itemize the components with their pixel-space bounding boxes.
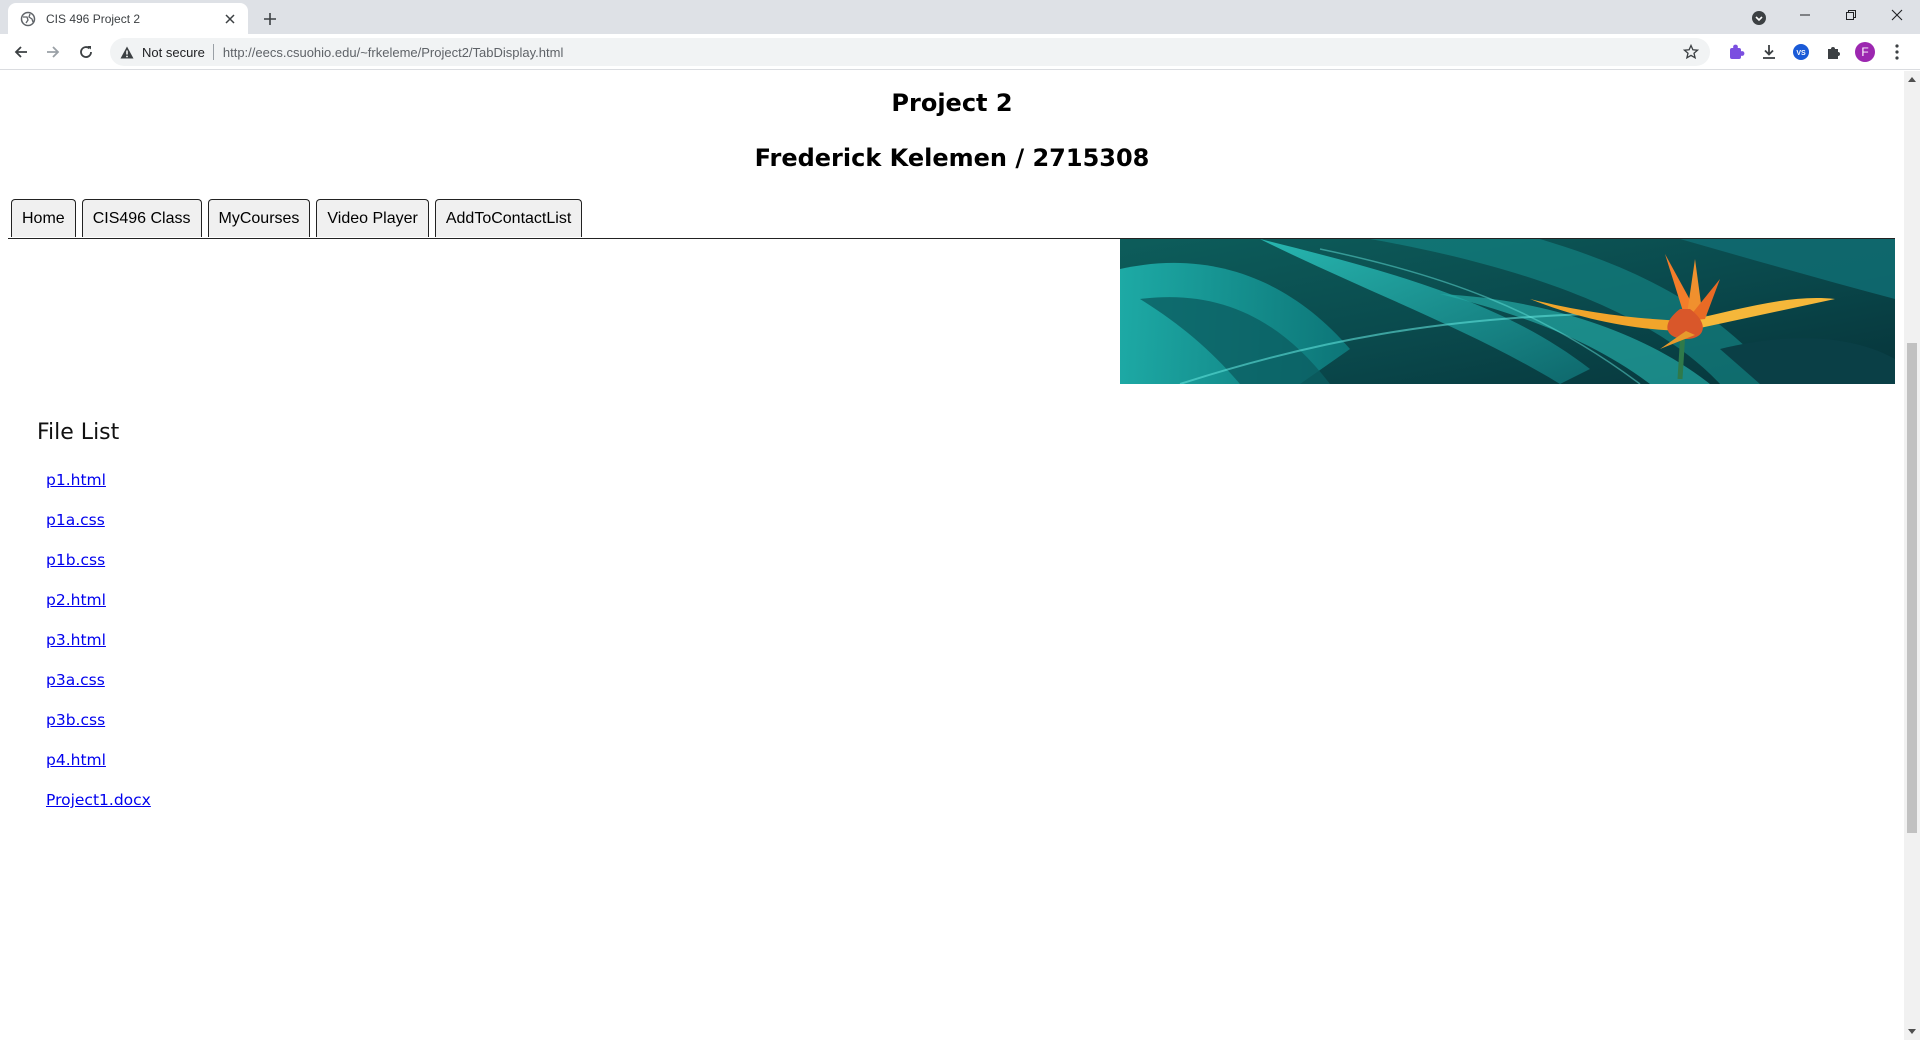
- page-title: Project 2: [891, 89, 1013, 117]
- tab-home[interactable]: Home: [11, 199, 76, 237]
- file-list: p1.html p1a.css p1b.css p2.html p3.html …: [46, 471, 151, 831]
- back-button[interactable]: [9, 40, 33, 64]
- url-text[interactable]: http://eecs.csuohio.edu/~frkeleme/Projec…: [223, 45, 1682, 60]
- svg-text:VS: VS: [1796, 50, 1806, 57]
- list-item: p1b.css: [46, 551, 151, 591]
- tab-add-to-contact-list[interactable]: AddToContactList: [434, 199, 583, 237]
- author-heading: Frederick Kelemen / 2715308: [754, 144, 1150, 172]
- tab-video-player[interactable]: Video Player: [316, 199, 429, 237]
- file-link-p3a-css[interactable]: p3a.css: [46, 671, 105, 689]
- scroll-up-arrow-icon[interactable]: [1908, 77, 1916, 82]
- vpn-extension-icon[interactable]: VS: [1791, 42, 1811, 62]
- address-bar[interactable]: Not secure http://eecs.csuohio.edu/~frke…: [110, 38, 1710, 66]
- tab-search-icon[interactable]: [1748, 7, 1770, 29]
- scrollbar-thumb[interactable]: [1907, 343, 1917, 833]
- download-icon[interactable]: [1759, 42, 1779, 62]
- omnibox-divider: [212, 44, 214, 60]
- warning-icon[interactable]: [120, 44, 136, 60]
- file-link-p3b-css[interactable]: p3b.css: [46, 711, 105, 729]
- list-item: p2.html: [46, 591, 151, 631]
- tab-cis496-class[interactable]: CIS496 Class: [81, 199, 202, 237]
- vertical-scrollbar[interactable]: [1904, 71, 1920, 1040]
- globe-icon: [20, 11, 36, 27]
- list-item: p3.html: [46, 631, 151, 671]
- file-link-p1a-css[interactable]: p1a.css: [46, 511, 105, 529]
- browser-tab-active[interactable]: CIS 496 Project 2: [8, 3, 248, 34]
- close-tab-icon[interactable]: [222, 11, 238, 27]
- list-item: Project1.docx: [46, 791, 151, 831]
- close-window-button[interactable]: [1874, 0, 1920, 30]
- browser-tabstrip: CIS 496 Project 2: [0, 0, 1920, 34]
- profile-initial: F: [1861, 45, 1869, 59]
- list-item: p4.html: [46, 751, 151, 791]
- extensions-puzzle-icon[interactable]: [1823, 42, 1843, 62]
- file-link-p2-html[interactable]: p2.html: [46, 591, 106, 609]
- file-link-p1-html[interactable]: p1.html: [46, 471, 106, 489]
- file-link-p1b-css[interactable]: p1b.css: [46, 551, 105, 569]
- restore-button[interactable]: [1828, 0, 1874, 30]
- tab-title: CIS 496 Project 2: [46, 11, 141, 26]
- tab-bar: Home CIS496 Class MyCourses Video Player…: [11, 199, 583, 239]
- security-status[interactable]: Not secure: [142, 45, 205, 60]
- browser-menu-icon[interactable]: [1887, 42, 1907, 62]
- page-viewport: Project 2 Frederick Kelemen / 2715308 Ho…: [0, 71, 1904, 1040]
- reload-button[interactable]: [74, 40, 98, 64]
- tropical-leaves-banner-image: [1120, 239, 1895, 384]
- list-item: p3a.css: [46, 671, 151, 711]
- new-tab-button[interactable]: [259, 8, 281, 30]
- tab-mycourses[interactable]: MyCourses: [207, 199, 311, 237]
- scroll-down-arrow-icon[interactable]: [1908, 1029, 1916, 1034]
- list-item: p3b.css: [46, 711, 151, 751]
- file-link-p4-html[interactable]: p4.html: [46, 751, 106, 769]
- profile-avatar[interactable]: F: [1855, 42, 1875, 62]
- browser-toolbar: Not secure http://eecs.csuohio.edu/~frke…: [0, 34, 1920, 70]
- forward-button[interactable]: [41, 40, 65, 64]
- file-list-heading: File List: [37, 420, 120, 445]
- extension-puzzle-purple-icon[interactable]: [1727, 42, 1747, 62]
- file-link-p3-html[interactable]: p3.html: [46, 631, 106, 649]
- file-link-project1-docx[interactable]: Project1.docx: [46, 791, 151, 809]
- bookmark-star-icon[interactable]: [1682, 43, 1700, 61]
- minimize-button[interactable]: [1782, 0, 1828, 30]
- list-item: p1.html: [46, 471, 151, 511]
- window-controls: [1782, 0, 1920, 30]
- list-item: p1a.css: [46, 511, 151, 551]
